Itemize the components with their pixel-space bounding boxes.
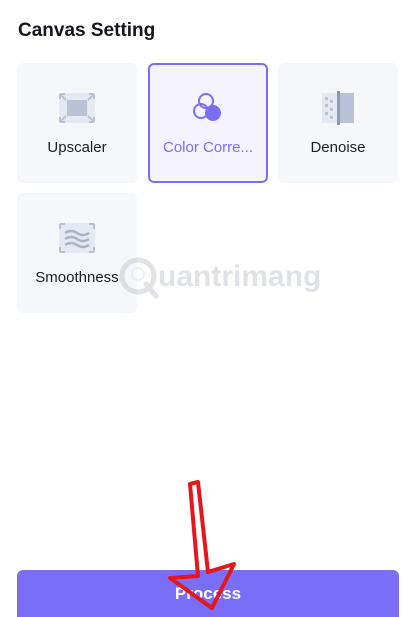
- watermark-logo: uantrimang: [119, 257, 321, 299]
- page-title: Canvas Setting: [18, 20, 156, 41]
- option-label: Color Corre...: [162, 139, 254, 156]
- option-color-correction[interactable]: Color Corre...: [148, 63, 268, 183]
- option-label: Smoothness: [35, 269, 119, 286]
- option-label: Denoise: [310, 139, 366, 156]
- process-button[interactable]: Process: [17, 570, 399, 617]
- denoise-icon: [322, 91, 354, 125]
- option-smoothness[interactable]: Smoothness: [17, 193, 137, 313]
- option-denoise[interactable]: Denoise: [278, 63, 398, 183]
- svg-text:uantrimang: uantrimang: [158, 260, 321, 293]
- waves-icon: [59, 223, 95, 253]
- option-label: Upscaler: [47, 139, 107, 156]
- upscale-icon: [59, 93, 95, 123]
- option-upscaler[interactable]: Upscaler: [17, 63, 137, 183]
- color-circles-icon: [193, 93, 221, 121]
